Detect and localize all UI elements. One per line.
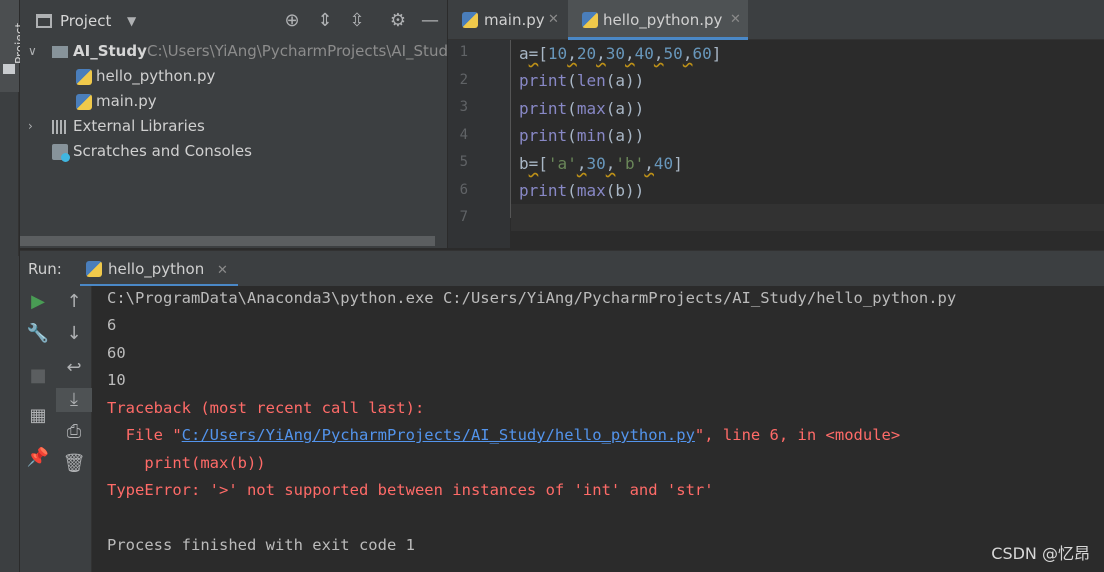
project-panel-title[interactable]: Project (60, 12, 111, 30)
console-error-code-line: print(max(b)) (107, 454, 266, 472)
tree-item-label: External Libraries (73, 117, 205, 135)
wrench-icon[interactable]: 🔧 (20, 322, 56, 346)
console-traceback-header: Traceback (most recent call last): (107, 399, 425, 417)
editor-tab-bar: main.py ✕ hello_python.py ✕ (448, 0, 1104, 40)
library-icon (52, 120, 68, 134)
run-tab-label: hello_python (108, 260, 205, 278)
layout-icon[interactable]: ▦ (20, 404, 56, 428)
line-number: 2 (459, 72, 468, 88)
console-error-message: TypeError: '>' not supported between ins… (107, 481, 714, 499)
stop-icon[interactable]: ■ (20, 364, 56, 388)
watermark: CSDN @忆昂 (991, 544, 1090, 563)
traceback-file-prefix: File " (107, 426, 182, 444)
line-number: 5 (459, 154, 468, 170)
python-file-icon (76, 69, 92, 85)
traceback-file-link[interactable]: C:/Users/YiAng/PycharmProjects/AI_Study/… (182, 426, 695, 444)
code-line-2: print(len(a)) (519, 71, 645, 90)
hide-icon[interactable]: — (419, 11, 441, 31)
gutter-divider (510, 40, 511, 218)
chevron-down-icon[interactable]: ∨ (28, 39, 37, 64)
tree-item-label: main.py (96, 92, 157, 110)
rerun-icon[interactable]: ▶ (20, 290, 56, 314)
project-window-icon (36, 14, 52, 28)
tree-item-label: Scratches and Consoles (73, 142, 252, 160)
chevron-right-icon[interactable]: › (28, 114, 33, 139)
line-number: 7 (459, 209, 468, 225)
left-tool-stripe: Project (0, 0, 27, 256)
tab-label: main.py (484, 11, 545, 29)
run-panel-header: Run: hello_python ✕ (20, 250, 1104, 287)
line-number: 3 (459, 99, 468, 115)
python-file-icon (462, 12, 478, 28)
arrow-up-icon[interactable]: ↑ (56, 290, 92, 314)
run-label: Run: (28, 260, 62, 278)
project-tool-window-button[interactable]: Project (0, 0, 27, 92)
tree-item-main[interactable]: main.py (20, 89, 447, 114)
line-number: 1 (459, 44, 468, 60)
line-number: 4 (459, 127, 468, 143)
traceback-file-suffix: ", line 6, in <module> (694, 426, 901, 444)
python-file-icon (582, 12, 598, 28)
code-line-5: b=['a',30,'b',40] (519, 154, 683, 173)
code-line-4: print(min(a)) (519, 126, 645, 145)
tree-item-scratches[interactable]: Scratches and Consoles (20, 139, 447, 164)
tree-item-hello-python[interactable]: hello_python.py (20, 64, 447, 89)
trash-icon[interactable]: 🗑 (56, 452, 92, 476)
python-file-icon (86, 261, 102, 277)
close-icon[interactable]: ✕ (217, 263, 228, 278)
code-line-6: print(max(b)) (519, 181, 645, 200)
tree-item-project-root[interactable]: ∨ AI_Study C:\Users\YiAng\PycharmProject… (20, 39, 447, 64)
collapse-all-icon[interactable]: ⇳ (346, 11, 368, 31)
python-file-icon (76, 94, 92, 110)
console-exit-message: Process finished with exit code 1 (107, 536, 415, 554)
left-tool-stripe-lower (0, 256, 19, 572)
folder-icon (52, 46, 68, 58)
print-icon[interactable]: ⎙ (56, 420, 92, 444)
locate-icon[interactable]: ⊕ (281, 11, 303, 31)
tree-item-external-libraries[interactable]: › External Libraries (20, 114, 447, 139)
close-icon[interactable]: ✕ (730, 0, 741, 40)
run-toolbar-secondary: ↑ ↓ ↩ ⤓ ⎙ 🗑 (56, 286, 92, 572)
project-panel: Project ▼ ⊕ ⇕ ⇳ ⚙ — ∨ AI_Study C:\Users\… (20, 0, 447, 248)
project-root-name: AI_Study (73, 42, 147, 60)
run-tab-hello-python[interactable]: hello_python ✕ (80, 251, 238, 287)
arrow-down-icon[interactable]: ↓ (56, 322, 92, 346)
pin-icon[interactable]: 📌 (20, 446, 56, 470)
code-line-3: print(max(a)) (519, 99, 645, 118)
horizontal-scrollbar[interactable] (20, 236, 435, 246)
console-command-line: C:\ProgramData\Anaconda3\python.exe C:/U… (107, 289, 957, 307)
line-number: 6 (459, 182, 468, 198)
run-toolbar-primary: ▶ 🔧 ■ ▦ 📌 (20, 286, 56, 572)
soft-wrap-icon[interactable]: ↩ (56, 356, 92, 380)
tab-label: hello_python.py (603, 11, 723, 29)
expand-all-icon[interactable]: ⇕ (314, 11, 336, 31)
project-panel-header: Project ▼ ⊕ ⇕ ⇳ ⚙ — (20, 0, 447, 42)
tab-main-py[interactable]: main.py ✕ (448, 0, 568, 40)
folder-icon (3, 64, 15, 74)
chevron-down-icon[interactable]: ▼ (127, 14, 136, 28)
console-stdout-line: 6 (107, 316, 117, 334)
project-root-path: C:\Users\YiAng\PycharmProjects\AI_Study (147, 42, 447, 60)
caret-row-highlight (511, 204, 1104, 231)
console-stdout-line: 60 (107, 344, 126, 362)
console-traceback-file-line: File "C:/Users/YiAng/PycharmProjects/AI_… (107, 422, 901, 449)
scratches-icon (52, 144, 70, 162)
close-icon[interactable]: ✕ (548, 0, 559, 40)
tree-item-label: hello_python.py (96, 67, 216, 85)
tab-hello-python-py[interactable]: hello_python.py ✕ (568, 0, 748, 40)
console-stdout-line: 10 (107, 371, 126, 389)
code-line-1: a=[10,20,30,40,50,60] (519, 44, 722, 63)
gear-icon[interactable]: ⚙ (387, 11, 409, 31)
scroll-to-end-icon[interactable]: ⤓ (56, 388, 92, 412)
